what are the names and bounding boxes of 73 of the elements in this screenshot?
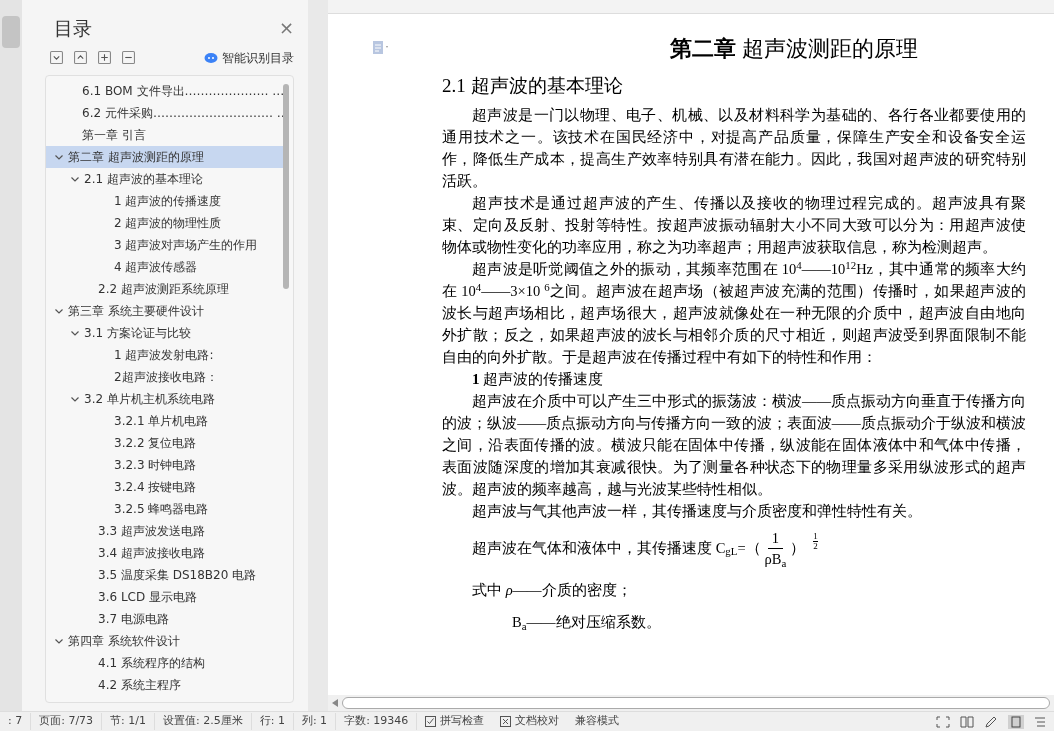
toc-item[interactable]: 1 超声波发射电路: [46, 343, 283, 366]
status-item: 节: 1/1 [102, 713, 155, 730]
body-paragraph: 超声波是听觉阈值之外的振动，其频率范围在 10$^{4}$——10$^{12}$Hz，其中通常的频率大约在 10$^{4}$——3×10 $^{6}$之间。超声波在超声场（被超声波充满的范围）传播时，如果超声波的波长与超声场相比，超声场很大，超声波就像处在一种无限的介质中，超声波自由地向外扩散；反之，如果超声波的波长与相邻介质的尺寸相近，则超声波受到界面限制不能自由的向外扩散。于是超声波在传播过程中有如下的特性和作用： [442, 258, 1026, 367]
panel-title: 目录 [54, 16, 92, 41]
toc-item[interactable]: 4.2 系统主程序 [46, 673, 283, 696]
toc-item[interactable]: 3.2.3 时钟电路 [46, 453, 283, 476]
fraction-numerator: 1 [767, 528, 784, 549]
toc-item[interactable]: 3.2 单片机主机系统电路 [46, 387, 283, 410]
toc-item[interactable]: 2超声波接收电路： [46, 365, 283, 388]
expand-icon[interactable] [50, 51, 63, 64]
status-item: : 7 [0, 713, 32, 730]
toc-item[interactable]: 3.7 电源电路 [46, 607, 283, 630]
toc-item[interactable]: 3.6 LCD 显示电路 [46, 585, 283, 608]
formula-text: ） [790, 538, 806, 558]
book-icon [960, 715, 974, 728]
exponent-denominator: 2 [813, 542, 818, 551]
body-paragraph: 超声波在介质中可以产生三中形式的振荡波：横波——质点振动方向垂直于传播方向的波；纵波——质点振动方向与传播方向一致的波；表面波——质点振动介于纵波和横波之间，沿表面传播的波。横波只能在固体中传播，纵波能在固体液体中和气体中传播，表面波随深度的增加其衰减很快。为了测量各种状态下的物理量多采用纵波形式的超声波。超声波的频率越高，越与光波某些特性相似。 [442, 392, 1026, 499]
collapse-icon[interactable] [74, 51, 87, 64]
toc-item[interactable]: 6.1 BOM 文件导出………………… … [46, 79, 283, 102]
toc-item[interactable]: 3.2.1 单片机电路 [46, 409, 283, 432]
document-icon [372, 40, 390, 56]
checkbox-icon [425, 716, 437, 727]
page-view-icon [1008, 714, 1024, 729]
fraction-denominator: ρB$_{a}$ [764, 550, 787, 569]
status-item: 列: 1 [293, 713, 337, 730]
status-item: 兼容模式 [574, 713, 621, 730]
toc-item[interactable]: 第一章 引言 [46, 123, 283, 146]
outline-icon [1034, 715, 1046, 728]
status-item: 行: 1 [251, 713, 294, 730]
scrollbar-thumb[interactable] [283, 83, 289, 289]
body-paragraph: 超声波与气其他声波一样，其传播速度与介质密度和弹性特性有关。 [471, 502, 923, 521]
toc-item[interactable]: 3.4 超声波接收电路 [46, 541, 283, 564]
toc-item[interactable]: 3.2.2 复位电路 [46, 431, 283, 454]
scrollbar-thumb[interactable] [2, 16, 20, 48]
toc-item[interactable]: 2 超声波的物理性质 [46, 211, 283, 234]
section-heading: 2.1 超声波的基本理论 [442, 74, 624, 98]
minus-icon[interactable] [122, 51, 135, 64]
toc-item[interactable]: 3.1 方案论证与比较 [46, 321, 283, 344]
toc-item[interactable]: 4 超声波传感器 [46, 255, 283, 278]
definition-line: 式中 ρ——介质的密度； [471, 581, 633, 600]
toc-item[interactable]: 3.2.5 蜂鸣器电路 [46, 497, 283, 520]
close-button[interactable]: × [278, 19, 294, 38]
proofread-button[interactable]: 文档校对 [492, 713, 568, 730]
cloud-icon [204, 51, 218, 64]
exponent-numerator: 1 [813, 532, 818, 542]
status-item: 字数: 19346 [336, 713, 418, 730]
formula-text: 超声波在气体和液体中，其传播速度 C$_{gL}$=（ [472, 538, 761, 560]
definition-line: B$_{a}$——绝对压缩系数。 [511, 613, 662, 633]
scroll-left-icon[interactable] [332, 699, 338, 707]
status-item: 设置值: 2.5厘米 [155, 713, 252, 730]
toc-item[interactable]: 3.5 温度采集 DS18B20 电路 [46, 563, 283, 586]
toc-item[interactable]: 6.2 元件采购………………………… … [46, 101, 283, 124]
toc-item[interactable]: 2.1 超声波的基本理论 [46, 167, 283, 190]
toc-item[interactable]: 第三章 系统主要硬件设计 [46, 299, 283, 322]
toc-item[interactable]: 第四章 系统软件设计 [46, 629, 283, 652]
smart-toc-button[interactable]: 智能识别目录 [204, 48, 294, 67]
subsection-heading: 1 超声波的传播速度 [471, 370, 605, 389]
plus-icon[interactable] [98, 51, 111, 64]
body-paragraph: 超声波是一门以物理、电子、机械、以及材料科学为基础的、各行各业都要使用的通用技术之一。该技术在国民经济中，对提高产品质量，保障生产安全和设备安全运作，降低生产成本，提高生产效率特别具有潜在能力。因此，我国对超声波的研究特别活跃。 [442, 106, 1026, 191]
toc-item[interactable]: 3.3 超声波发送电路 [46, 519, 283, 542]
toc-item[interactable]: 第二章 超声波测距的原理 [46, 145, 283, 168]
cross-box-icon [500, 716, 512, 727]
pen-icon [984, 715, 998, 728]
toc-item[interactable]: 3.2.4 按键电路 [46, 475, 283, 498]
chapter-title: 第二章 超声波测距的原理 [669, 35, 919, 63]
toc-item[interactable]: 4.1 系统程序的结构 [46, 651, 283, 674]
spell-check-button[interactable]: 拼写检查 [417, 713, 493, 730]
toc-item[interactable]: 2.2 超声波测距系统原理 [46, 277, 283, 300]
fullscreen-icon [936, 715, 950, 728]
status-item: 页面: 7/73 [31, 713, 103, 730]
toc-item[interactable]: 3 超声波对声场产生的作用 [46, 233, 283, 256]
toc-item[interactable]: 1 超声波的传播速度 [46, 189, 283, 212]
body-paragraph: 超声技术是通过超声波的产生、传播以及接收的物理过程完成的。超声波具有聚束、定向及反射、投射等特性。按超声波振动辐射大小不同大致可以分为：用超声波使物体或物性变化的功率应用，称之为功率超声；用超声波获取信息，称为检测超声。 [442, 194, 1026, 257]
